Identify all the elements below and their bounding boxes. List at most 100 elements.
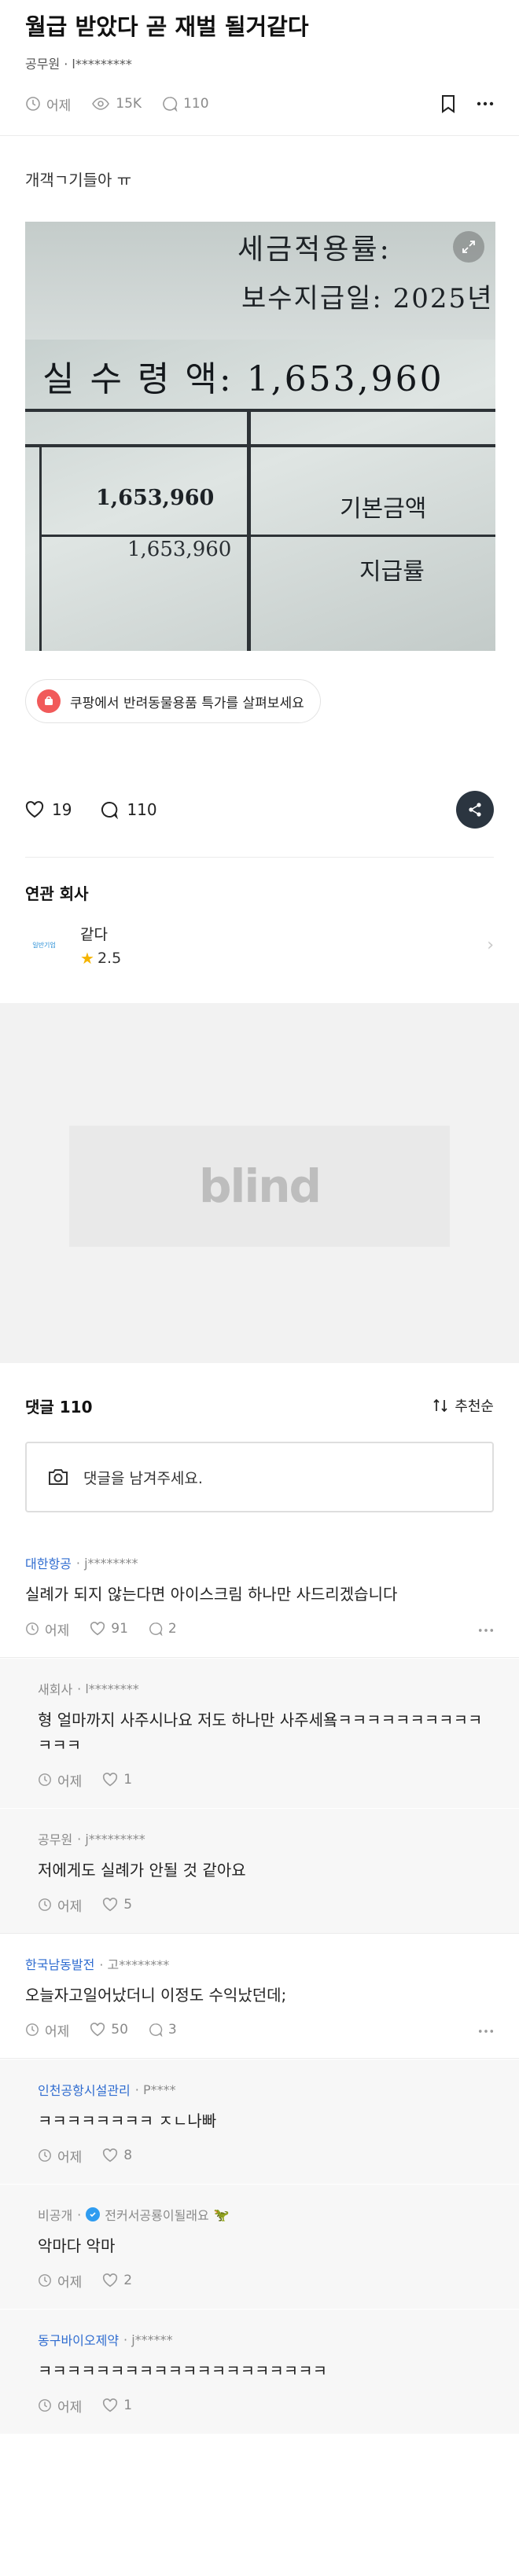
comment-text: 악마다 악마 (38, 2236, 116, 2255)
coupang-logo-icon (37, 689, 61, 713)
heart-icon (103, 1773, 118, 1787)
comment-like-count: 2 (123, 2273, 133, 2288)
comment-reply-button[interactable]: 2 (149, 1621, 177, 1637)
like-button[interactable]: 19 (25, 800, 72, 819)
more-icon (477, 101, 494, 106)
photo-cell-amount-1: 1,653,960 (96, 486, 215, 510)
comment-item: 한국남동발전 · 고******** 오늘자고일어났더니 이정도 수익났던데; … (0, 1934, 519, 2058)
comment-meta: 비공개 · 전커서공룡이될래요 🦖 (38, 2205, 494, 2224)
comment-more-button[interactable] (478, 2022, 494, 2038)
comment-user: · l******** (77, 1681, 139, 1696)
heart-icon (103, 2273, 118, 2288)
post-views: 15K (91, 96, 142, 112)
comment-actions: 어제 1 (38, 1769, 494, 1791)
coupang-ad-chip[interactable]: 쿠팡에서 반려동물용품 특가를 살펴보세요 (25, 679, 321, 723)
comment-meta: 한국남동발전 · 고******** (25, 1954, 494, 1973)
post-time-text: 어제 (46, 97, 72, 114)
comment-reply-button[interactable]: 3 (149, 2022, 177, 2038)
comment-like-button[interactable]: 50 (90, 2022, 128, 2038)
comment-text: ㅋㅋㅋㅋㅋㅋㅋㅋ ㅈㄴ나빠 (38, 2111, 217, 2130)
related-company-title: 연관 회사 (25, 884, 89, 903)
like-count: 19 (52, 800, 72, 819)
comment-like-count: 91 (111, 1621, 128, 1637)
reply-item: 동구바이오제약 · j****** ㅋㅋㅋㅋㅋㅋㅋㅋㅋㅋㅋㅋㅋㅋㅋㅋㅋㅋㅋㅋ 어… (0, 2309, 519, 2434)
clock-icon (26, 97, 40, 111)
share-icon (469, 803, 481, 817)
comment-list: 대한항공 · j******** 실례가 되지 않는다면 아이스크림 하나만 사… (0, 1533, 519, 2434)
comment-user: · P**** (134, 2082, 176, 2097)
comment-like-button[interactable]: 1 (102, 1772, 132, 1788)
sort-button[interactable]: 추천순 (432, 1395, 494, 1416)
related-company-item[interactable]: 일반기업 같다 ★ 2.5 › (0, 904, 519, 968)
comment-company[interactable]: 한국남동발전 (25, 1954, 94, 1973)
comment-actions: 어제 50 3 (25, 2019, 494, 2041)
comment-meta: 새회사 · l******** (38, 1679, 494, 1698)
comment-input[interactable]: 댓글을 남겨주세요. (25, 1442, 494, 1512)
heart-icon (90, 1622, 105, 1636)
comment-company[interactable]: 인천공항시설관리 (38, 2080, 131, 2099)
photo-label-base-amount: 기본금액 (340, 495, 427, 523)
chevron-right-icon: › (487, 935, 494, 955)
post-image[interactable]: 세금적용률: 보수지급일: 2025년 실 수 령 액: 1,653,960 1… (25, 222, 495, 651)
comment-company[interactable]: 공무원 (38, 1829, 72, 1848)
photo-text-tax-rate: 세금적용률: (237, 233, 392, 266)
ad-block: blind (0, 1003, 519, 1363)
expand-icon (462, 241, 475, 253)
post-body: 개객ㄱ기들아 ㅠ (25, 171, 132, 189)
comment-like-count: 50 (111, 2022, 128, 2038)
comment-like-button[interactable]: 2 (102, 2273, 132, 2288)
more-icon (478, 2030, 494, 2033)
post-author[interactable]: 공무원 · l********* (25, 53, 494, 72)
comment-text: 실례가 되지 않는다면 아이스크림 하나만 사드리겠습니다 (25, 1585, 398, 1604)
comment-like-button[interactable]: 8 (102, 2148, 132, 2163)
comment-company[interactable]: 동구바이오제약 (38, 2330, 119, 2349)
comment-like-count: 5 (123, 1897, 133, 1913)
comment-like-button[interactable]: 5 (102, 1897, 132, 1913)
comment-button[interactable]: 110 (100, 800, 157, 819)
post-page: 월급 받았다 곧 재벌 될거같다 공무원 · l********* 어제 15K… (0, 0, 519, 2576)
heart-icon (25, 801, 44, 818)
comment-actions: 어제 2 (38, 2269, 494, 2291)
comment-like-count: 1 (123, 2398, 133, 2413)
comment-company[interactable]: 비공개 (38, 2205, 72, 2224)
comment-count: 110 (127, 800, 157, 819)
company-info: 같다 ★ 2.5 (80, 923, 121, 968)
more-icon (478, 1629, 494, 1632)
expand-image-button[interactable] (453, 231, 484, 263)
post-meta: 어제 15K 110 (25, 90, 494, 118)
verified-badge-icon (86, 2207, 101, 2221)
post-comment-count: 110 (162, 96, 209, 112)
comment-text: 저에게도 실례가 안될 것 같아요 (38, 1861, 246, 1880)
bookmark-button[interactable] (440, 94, 456, 113)
comment-time: 어제 (38, 1895, 82, 1915)
post-reactions: 19 110 (0, 789, 519, 830)
more-button[interactable] (477, 101, 494, 106)
post-actions (440, 94, 494, 113)
comment-meta: 인천공항시설관리 · P**** (38, 2080, 494, 2099)
share-button[interactable] (456, 791, 494, 829)
photo-text-net-pay: 실 수 령 액: 1,653,960 (42, 359, 444, 399)
comment-icon (149, 1622, 163, 1636)
comment-separator: · (77, 2207, 82, 2222)
comment-company[interactable]: 대한항공 (25, 1553, 72, 1572)
comment-time: 어제 (38, 2271, 82, 2291)
post-comment-count-text: 110 (183, 96, 209, 112)
reply-item: 새회사 · l******** 형 얼마까지 사주시나요 저도 하나만 사주세욬… (0, 1658, 519, 1808)
comment-like-button[interactable]: 91 (90, 1621, 128, 1637)
photo-text-pay-date: 보수지급일: 2025년 (241, 283, 494, 314)
post-header: 월급 받았다 곧 재벌 될거같다 공무원 · l********* 어제 15K… (0, 0, 519, 118)
comment-like-button[interactable]: 1 (102, 2398, 132, 2413)
ad-banner[interactable]: blind (69, 1126, 450, 1247)
post-title: 월급 받았다 곧 재벌 될거같다 (25, 13, 309, 40)
photo-table-line (39, 444, 42, 651)
comment-more-button[interactable] (478, 1621, 494, 1637)
clock-icon (39, 2399, 51, 2412)
photo-table-line (25, 444, 495, 447)
comment-company[interactable]: 새회사 (38, 1679, 72, 1698)
comment-user: 전커서공룡이될래요 (105, 2208, 209, 2223)
comment-text: ㅋㅋㅋㅋㅋㅋㅋㅋㅋㅋㅋㅋㅋㅋㅋㅋㅋㅋㅋㅋ (38, 2361, 327, 2380)
photo-cell-amount-2: 1,653,960 (127, 538, 232, 561)
comment-meta: 동구바이오제약 · j****** (38, 2330, 494, 2349)
comment-text: 형 얼마까지 사주시나요 저도 하나만 사주세욬ㅋㅋㅋㅋㅋㅋㅋㅋㅋㅋㅋㅋㅋ (38, 1711, 483, 1755)
sort-icon (433, 1398, 447, 1413)
